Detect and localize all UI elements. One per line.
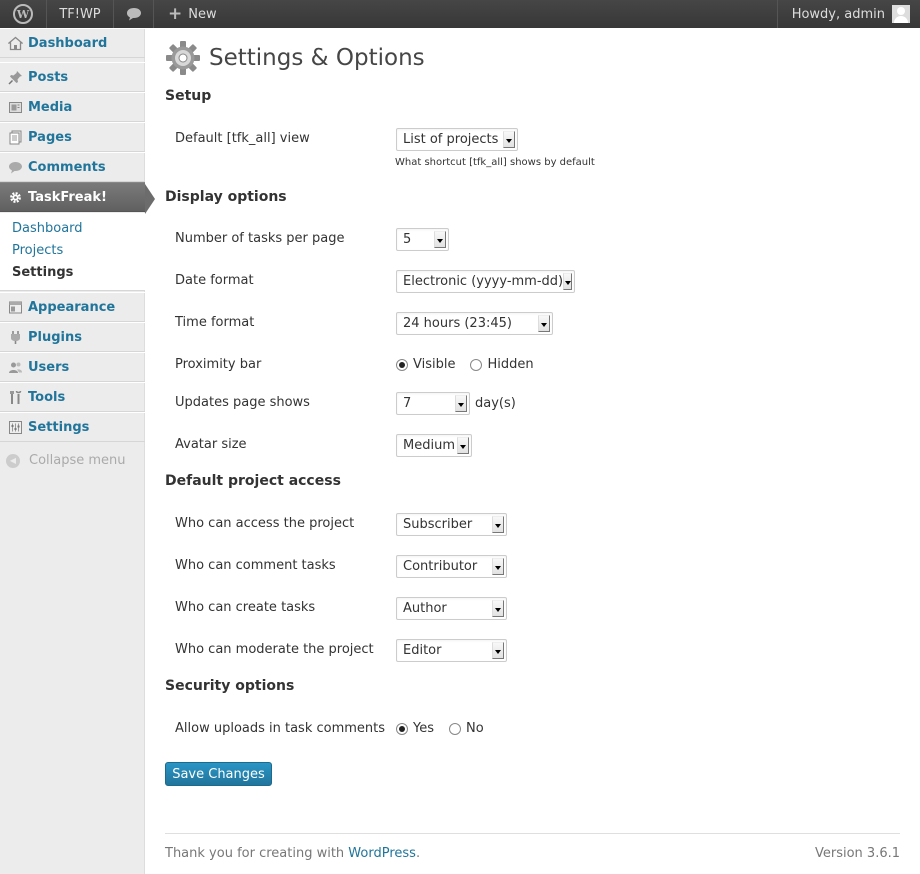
updates-unit: day(s) (475, 396, 516, 411)
current-menu-arrow (145, 184, 155, 214)
proximity-hidden-radio[interactable] (470, 358, 483, 371)
access-project-label: Who can access the project (175, 516, 355, 531)
menu-comments[interactable]: Comments (0, 152, 145, 182)
chevron-down-icon (503, 131, 515, 148)
uploads-no-radio[interactable] (449, 722, 461, 735)
menu-plugins[interactable]: Plugins (0, 322, 145, 352)
access-project-select[interactable]: Subscriber (396, 513, 507, 536)
admin-menu: Dashboard Posts Media Pages Comments Tas… (0, 28, 155, 874)
proximity-hidden-label: Hidden (487, 357, 534, 372)
moderate-project-label: Who can moderate the project (175, 642, 374, 657)
users-icon (7, 359, 23, 375)
wp-logo-menu[interactable]: W (0, 0, 46, 28)
media-icon (7, 99, 23, 115)
comment-bubble-icon (126, 8, 141, 21)
section-security-heading: Security options (165, 678, 295, 694)
menu-tools[interactable]: Tools (0, 382, 145, 412)
submenu-settings[interactable]: Settings (12, 265, 73, 280)
menu-dashboard[interactable]: Dashboard (0, 28, 145, 58)
date-format-select[interactable]: Electronic (yyyy-mm-dd) (396, 270, 575, 293)
comment-tasks-label: Who can comment tasks (175, 558, 336, 573)
chevron-down-icon (455, 395, 467, 412)
tasks-per-page-label: Number of tasks per page (175, 231, 345, 246)
plus-icon: + (168, 3, 183, 24)
default-view-select[interactable]: List of projects (396, 128, 518, 151)
updates-days-select[interactable]: 7 (396, 392, 470, 415)
submenu-dashboard[interactable]: Dashboard (12, 221, 83, 236)
plug-icon (7, 329, 23, 345)
dashboard-icon (7, 35, 23, 51)
moderate-project-select[interactable]: Editor (396, 639, 507, 662)
chevron-down-icon (563, 273, 572, 290)
gear-icon (166, 41, 200, 75)
footer-divider (165, 833, 900, 834)
menu-settings[interactable]: Settings (0, 412, 145, 442)
time-format-label: Time format (175, 315, 255, 330)
taskfreak-submenu: Dashboard Projects Settings (0, 213, 145, 291)
chevron-down-icon (492, 642, 504, 659)
site-name: TF!WP (59, 6, 101, 22)
create-tasks-label: Who can create tasks (175, 600, 316, 615)
avatar-size-label: Avatar size (175, 437, 247, 452)
page-title: Settings & Options (209, 45, 425, 71)
chevron-down-icon (457, 437, 469, 454)
allow-uploads-label: Allow uploads in task comments (175, 721, 386, 736)
allow-uploads-radios: Yes No (396, 721, 499, 736)
wordpress-link[interactable]: WordPress (348, 846, 416, 861)
proximity-bar-label: Proximity bar (175, 357, 262, 372)
save-changes-button[interactable]: Save Changes (165, 762, 272, 786)
updates-page-label: Updates page shows (175, 395, 310, 410)
pin-icon (7, 69, 23, 85)
menu-pages[interactable]: Pages (0, 122, 145, 152)
menu-posts[interactable]: Posts (0, 62, 145, 92)
avatar-size-select[interactable]: Medium (396, 434, 472, 457)
comment-tasks-select[interactable]: Contributor (396, 555, 507, 578)
uploads-no-label: No (466, 721, 484, 736)
section-access-heading: Default project access (165, 473, 341, 489)
collapse-arrow-icon: ◀ (6, 453, 20, 468)
chevron-down-icon (492, 600, 504, 617)
avatar (892, 5, 910, 23)
new-label: New (188, 6, 217, 22)
proximity-bar-radios: Visible Hidden (396, 357, 549, 372)
uploads-yes-label: Yes (413, 721, 434, 736)
settings-icon (7, 419, 23, 435)
proximity-visible-radio[interactable] (396, 358, 408, 371)
my-account-menu[interactable]: Howdy, admin (780, 0, 920, 28)
page-header: Settings & Options (165, 40, 425, 76)
submenu-projects[interactable]: Projects (12, 243, 63, 258)
menu-media[interactable]: Media (0, 92, 145, 122)
section-setup-heading: Setup (165, 88, 212, 104)
time-format-select[interactable]: 24 hours (23:45) (396, 312, 553, 335)
new-content-menu[interactable]: + New (154, 0, 227, 28)
tasks-per-page-select[interactable]: 5 (396, 228, 449, 251)
appearance-icon (7, 299, 23, 315)
proximity-visible-label: Visible (413, 357, 456, 372)
chevron-down-icon (538, 315, 550, 332)
wordpress-logo-icon: W (13, 4, 33, 24)
chevron-down-icon (434, 231, 446, 248)
comment-bubble-icon (7, 159, 23, 175)
admin-bar: W TF!WP + New Howdy, admin (0, 0, 920, 28)
collapse-menu-button[interactable]: ◀ Collapse menu (6, 453, 126, 468)
howdy-text: Howdy, admin (791, 6, 885, 22)
gear-icon (7, 189, 23, 205)
create-tasks-select[interactable]: Author (396, 597, 507, 620)
section-display-heading: Display options (165, 189, 287, 205)
pages-icon (7, 129, 23, 145)
comments-link[interactable] (114, 0, 153, 28)
menu-taskfreak[interactable]: TaskFreak! (0, 182, 145, 212)
uploads-yes-radio[interactable] (396, 722, 408, 735)
footer-version: Version 3.6.1 (814, 846, 900, 861)
site-name-link[interactable]: TF!WP (47, 0, 113, 28)
date-format-label: Date format (175, 273, 254, 288)
menu-appearance[interactable]: Appearance (0, 292, 145, 322)
chevron-down-icon (492, 558, 504, 575)
default-view-hint: What shortcut [tfk_all] shows by default (395, 157, 595, 168)
menu-users[interactable]: Users (0, 352, 145, 382)
default-view-label: Default [tfk_all] view (175, 131, 310, 146)
chevron-down-icon (492, 516, 504, 533)
tools-icon (7, 389, 23, 405)
footer-thanks: Thank you for creating with WordPress. (165, 846, 421, 861)
